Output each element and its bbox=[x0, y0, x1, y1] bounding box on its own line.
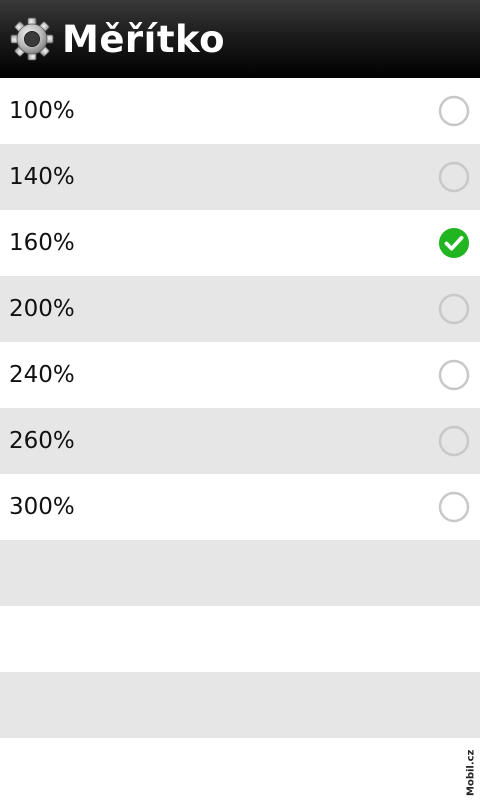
option-label: 260% bbox=[9, 428, 75, 454]
option-row-200[interactable]: 200% bbox=[0, 276, 480, 342]
option-label: 300% bbox=[9, 494, 75, 520]
check-icon[interactable] bbox=[438, 227, 470, 259]
option-row-260[interactable]: 260% bbox=[0, 408, 480, 474]
option-label: 100% bbox=[9, 98, 75, 124]
radio-unchecked-icon[interactable] bbox=[438, 161, 470, 193]
empty-row bbox=[0, 672, 480, 738]
gear-icon bbox=[8, 15, 56, 63]
option-row-140[interactable]: 140% bbox=[0, 144, 480, 210]
option-row-240[interactable]: 240% bbox=[0, 342, 480, 408]
radio-unchecked-icon[interactable] bbox=[438, 293, 470, 325]
empty-row bbox=[0, 606, 480, 672]
option-label: 140% bbox=[9, 164, 75, 190]
option-row-160[interactable]: 160% bbox=[0, 210, 480, 276]
title-bar: Měřítko bbox=[0, 0, 480, 78]
watermark: Mobil.cz bbox=[465, 749, 476, 796]
radio-unchecked-icon[interactable] bbox=[438, 491, 470, 523]
option-label: 160% bbox=[9, 230, 75, 256]
radio-unchecked-icon[interactable] bbox=[438, 425, 470, 457]
page-title: Měřítko bbox=[62, 17, 226, 61]
radio-unchecked-icon[interactable] bbox=[438, 359, 470, 391]
scale-settings-screen: Měřítko 100% 140% 160% 200% 240% 260% 30… bbox=[0, 0, 480, 800]
radio-unchecked-icon[interactable] bbox=[438, 95, 470, 127]
option-label: 200% bbox=[9, 296, 75, 322]
option-label: 240% bbox=[9, 362, 75, 388]
option-row-100[interactable]: 100% bbox=[0, 78, 480, 144]
scale-option-list: 100% 140% 160% 200% 240% 260% 300% bbox=[0, 78, 480, 738]
option-row-300[interactable]: 300% bbox=[0, 474, 480, 540]
empty-row bbox=[0, 540, 480, 606]
